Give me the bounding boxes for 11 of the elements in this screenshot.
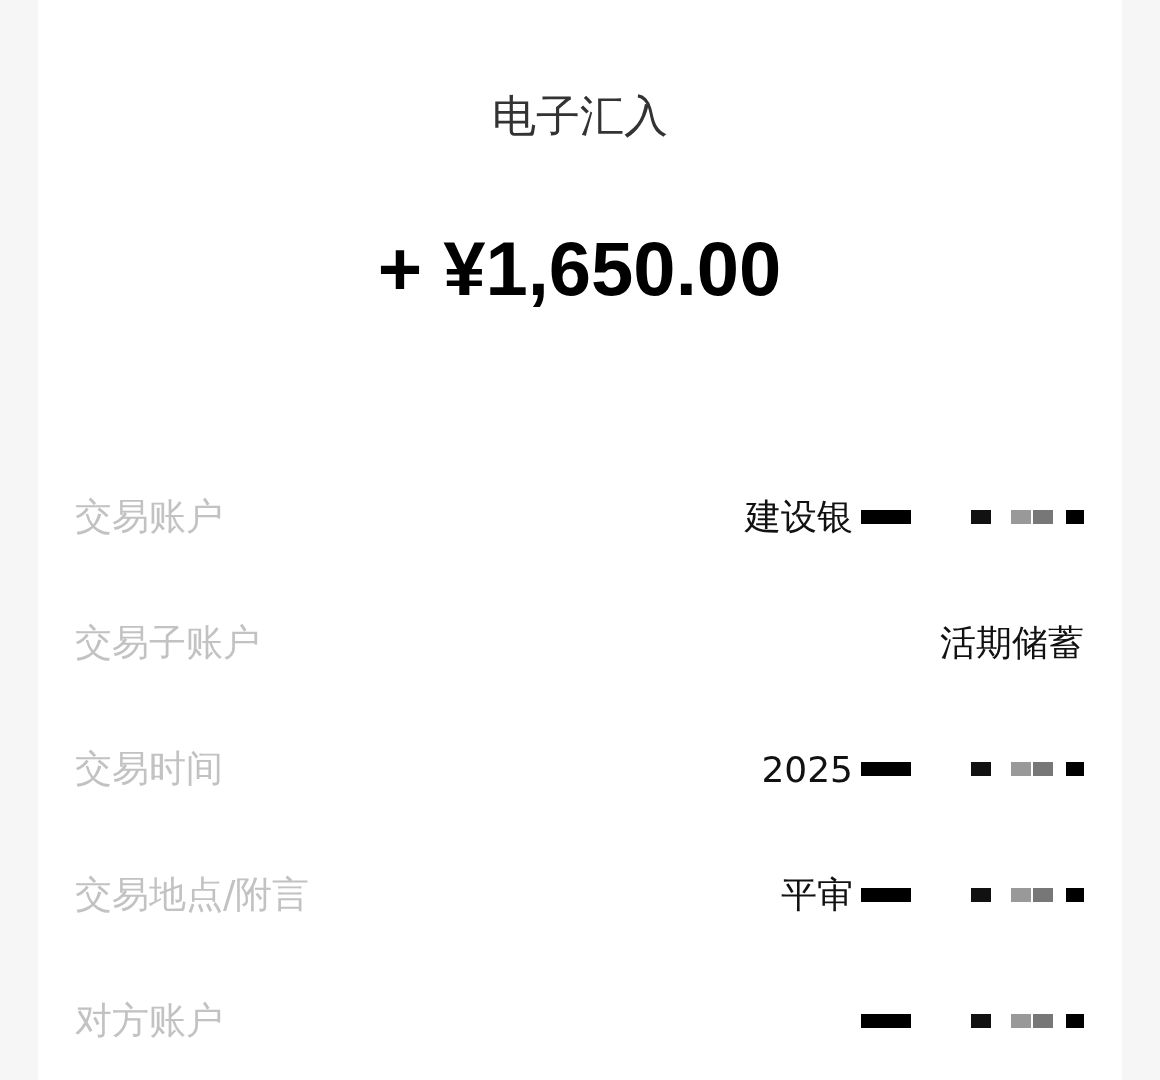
field-value: 建设银 [745,494,853,539]
transaction-type: 电子汇入 [490,89,669,143]
field-label: 交易时间 [75,746,223,792]
field-value: 平审 [781,872,853,917]
field-value: 2025 [761,748,853,790]
field-label: 交易子账户 [75,620,260,666]
field-value: 活期储蓄 [940,620,1084,665]
field-label: 交易地点/附言 [75,872,310,918]
amount: + ¥1,650.00 [376,225,783,313]
field-label: 对方账户 [75,998,223,1044]
field-label: 交易账户 [75,494,223,540]
